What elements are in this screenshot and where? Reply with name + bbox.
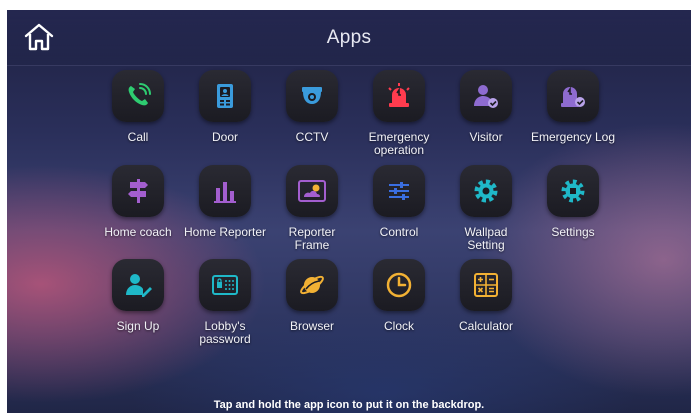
app-label: Sign Up bbox=[116, 319, 160, 333]
app-settings[interactable]: Settings bbox=[525, 165, 621, 239]
app-label: Browser bbox=[289, 319, 334, 333]
hint-text: Tap and hold the app icon to put it on t… bbox=[213, 399, 485, 411]
app-clock[interactable]: Clock bbox=[351, 259, 447, 333]
app-tile bbox=[460, 165, 512, 217]
app-tile bbox=[460, 70, 512, 122]
app-label: Emergency Log bbox=[530, 130, 616, 144]
app-home-coach[interactable]: Home coach bbox=[90, 165, 186, 239]
phone-icon bbox=[128, 83, 151, 106]
app-visitor[interactable]: Visitor bbox=[438, 70, 534, 144]
app-label: Lobby's password bbox=[199, 319, 251, 346]
siren-icon bbox=[388, 83, 410, 107]
emergency-log-icon bbox=[561, 86, 585, 107]
app-emergency-log[interactable]: Emergency Log bbox=[525, 70, 621, 144]
app-tile bbox=[112, 70, 164, 122]
app-cctv[interactable]: CCTV bbox=[264, 70, 360, 144]
app-browser[interactable]: Browser bbox=[264, 259, 360, 333]
calculator-icon bbox=[474, 273, 498, 297]
app-door[interactable]: Door bbox=[177, 70, 273, 144]
app-label: Calculator bbox=[458, 319, 514, 333]
app-label: Emergency operation bbox=[368, 130, 430, 157]
app-wallpad-setting[interactable]: Wallpad Setting bbox=[438, 165, 534, 252]
app-tile bbox=[547, 165, 599, 217]
bar-chart-icon bbox=[214, 182, 236, 203]
keypad-lock-icon bbox=[212, 275, 238, 295]
cctv-camera-icon bbox=[302, 87, 322, 104]
app-label: Wallpad Setting bbox=[464, 225, 508, 252]
app-tile bbox=[286, 165, 338, 217]
app-label: Door bbox=[211, 130, 238, 144]
app-label: Reporter Frame bbox=[288, 225, 336, 252]
door-phone-icon bbox=[217, 84, 233, 108]
app-lobby-password[interactable]: Lobby's password bbox=[177, 259, 273, 346]
app-tile bbox=[460, 259, 512, 311]
app-tile bbox=[373, 70, 425, 122]
weather-frame-icon bbox=[298, 180, 326, 202]
gear-icon bbox=[474, 179, 498, 203]
app-label: CCTV bbox=[295, 130, 329, 144]
app-tile bbox=[286, 259, 338, 311]
clock-icon bbox=[386, 272, 412, 298]
page-title: Apps bbox=[326, 27, 372, 48]
app-reporter-frame[interactable]: Reporter Frame bbox=[264, 165, 360, 252]
cog-icon bbox=[561, 179, 585, 203]
app-label: Control bbox=[379, 225, 419, 239]
app-sign-up[interactable]: Sign Up bbox=[90, 259, 186, 333]
signpost-icon bbox=[128, 179, 148, 203]
app-tile bbox=[199, 259, 251, 311]
top-bar: Apps bbox=[7, 10, 691, 66]
app-emergency-operation[interactable]: Emergency operation bbox=[351, 70, 447, 157]
app-label: Visitor bbox=[469, 130, 503, 144]
app-label: Home coach bbox=[104, 225, 172, 239]
app-home-reporter[interactable]: Home Reporter bbox=[177, 165, 273, 239]
app-control[interactable]: Control bbox=[351, 165, 447, 239]
user-edit-icon bbox=[126, 274, 152, 297]
app-calculator[interactable]: Calculator bbox=[438, 259, 534, 333]
app-tile bbox=[112, 259, 164, 311]
app-label: Clock bbox=[383, 319, 414, 333]
app-label: Home Reporter bbox=[183, 225, 267, 239]
app-tile bbox=[547, 70, 599, 122]
app-label: Call bbox=[127, 130, 149, 144]
app-tile bbox=[199, 70, 251, 122]
app-tile bbox=[199, 165, 251, 217]
app-tile bbox=[112, 165, 164, 217]
app-screen: Apps Call Door CCTV Emergency operation … bbox=[7, 10, 691, 413]
app-call[interactable]: Call bbox=[90, 70, 186, 144]
app-tile bbox=[373, 259, 425, 311]
app-label: Settings bbox=[551, 225, 595, 239]
app-tile bbox=[373, 165, 425, 217]
sliders-icon bbox=[389, 182, 409, 200]
app-tile bbox=[286, 70, 338, 122]
visitor-icon bbox=[474, 85, 498, 108]
planet-icon bbox=[300, 275, 324, 295]
